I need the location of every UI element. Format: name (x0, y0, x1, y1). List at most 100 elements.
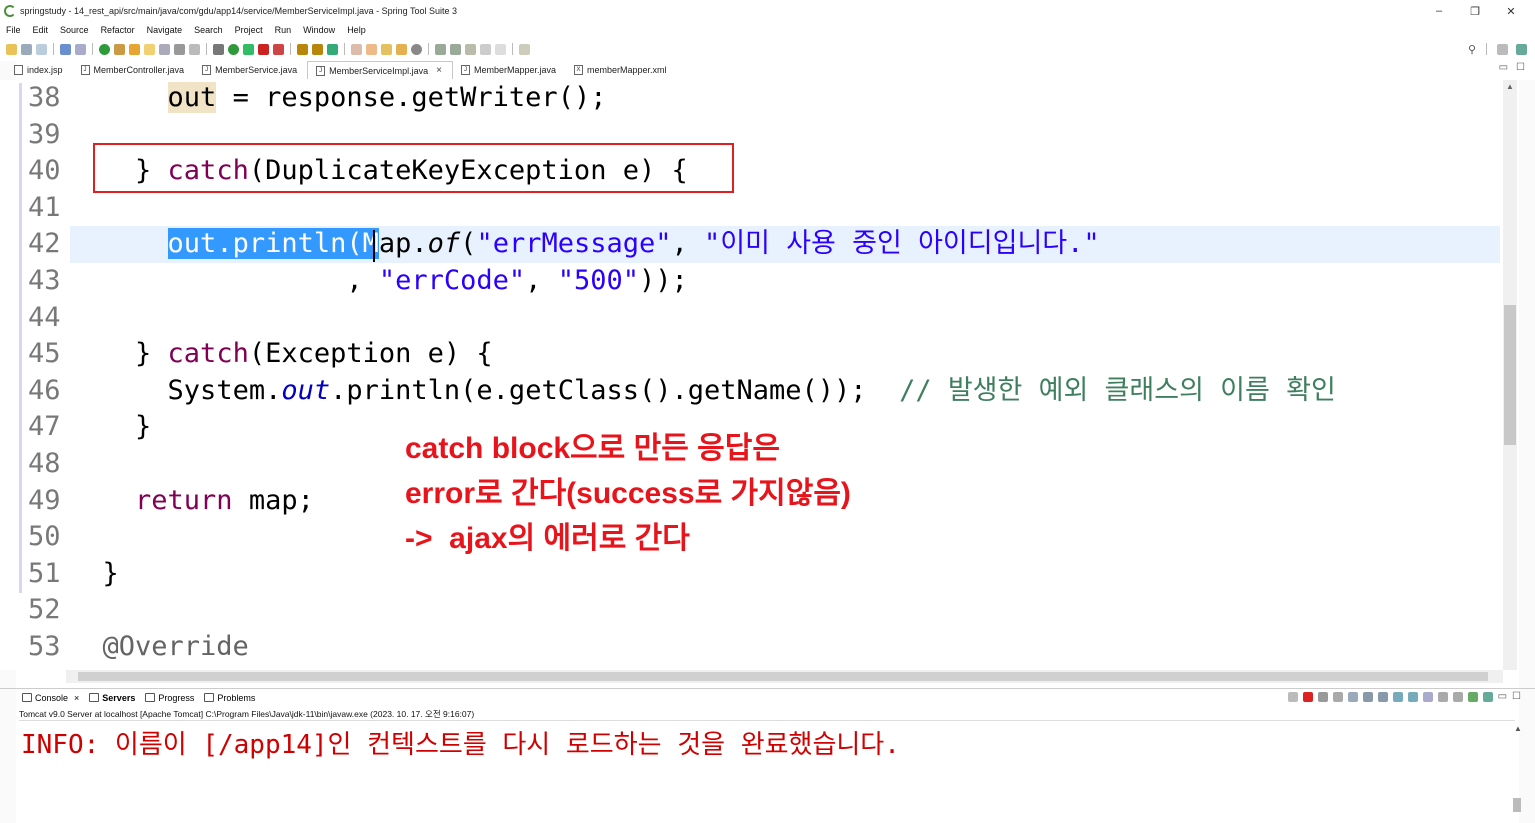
terminate-icon[interactable] (1302, 691, 1313, 702)
menu-search[interactable]: Search (194, 25, 223, 35)
new-package-icon[interactable] (312, 43, 323, 55)
tab-index-jsp[interactable]: index.jsp (6, 61, 73, 79)
search-toolbar-icon[interactable] (366, 43, 377, 55)
tab-label: MemberController.java (93, 65, 185, 75)
editor-horizontal-scrollbar[interactable] (66, 670, 1503, 683)
globe-icon[interactable] (411, 43, 422, 55)
tab-member-mapper-xml[interactable]: X memberMapper.xml (566, 61, 677, 79)
maximize-view-icon[interactable]: ☐ (1512, 691, 1521, 702)
save-icon[interactable] (21, 43, 32, 55)
restore-button[interactable]: ❐ (1461, 2, 1489, 20)
open-folder-icon[interactable] (396, 43, 407, 55)
code-token: map; (232, 484, 314, 516)
last-edit-icon[interactable] (465, 43, 476, 55)
boot-dashboard-icon[interactable] (129, 43, 140, 55)
line-number: 49 (28, 484, 61, 516)
keyword-token: catch (167, 338, 249, 370)
spring-tool-suite-icon (4, 5, 16, 17)
show-on-stdout-icon[interactable] (1392, 691, 1403, 702)
tab-progress[interactable]: Progress (145, 693, 194, 703)
menu-help[interactable]: Help (347, 25, 366, 35)
show-on-stderr-icon[interactable] (1407, 691, 1418, 702)
scroll-thumb[interactable] (78, 672, 1488, 681)
open-perspective-icon[interactable] (1497, 43, 1508, 55)
remove-all-icon[interactable] (1332, 691, 1343, 702)
line-number: 44 (28, 301, 61, 333)
tab-problems[interactable]: Problems (204, 693, 255, 703)
external-tools-icon[interactable] (273, 43, 284, 55)
edit-icon[interactable] (381, 43, 392, 55)
close-tab-icon[interactable]: × (74, 693, 79, 703)
show-whitespace-icon[interactable] (189, 43, 200, 55)
menu-project[interactable]: Project (235, 25, 263, 35)
line-number: 39 (28, 118, 61, 150)
start-server-icon[interactable] (99, 43, 110, 55)
run-icon[interactable] (228, 43, 239, 55)
pin-editor-icon[interactable] (519, 43, 530, 55)
menu-window[interactable]: Window (303, 25, 335, 35)
line-number: 38 (28, 82, 61, 113)
clear-console-icon[interactable] (1347, 691, 1358, 702)
tab-member-controller[interactable]: J MemberController.java (73, 61, 195, 79)
search-icon[interactable]: ⚲ (1468, 43, 1476, 56)
settings-icon[interactable] (1482, 691, 1493, 702)
minimize-view-icon[interactable]: ▭ (1499, 62, 1508, 73)
scroll-thumb[interactable] (1513, 798, 1521, 812)
block-selection-icon[interactable] (174, 43, 185, 55)
skip-breakpoints-icon[interactable] (75, 43, 86, 55)
coverage-icon[interactable] (243, 43, 254, 55)
close-button[interactable]: ✕ (1497, 2, 1525, 20)
mark-occurrences-icon[interactable] (144, 43, 155, 55)
next-annotation-icon[interactable] (435, 43, 446, 55)
close-tab-icon[interactable]: × (436, 65, 442, 76)
open-console-icon[interactable] (1452, 691, 1463, 702)
tab-label: MemberServiceImpl.java (329, 65, 429, 76)
maximize-view-icon[interactable]: ☐ (1516, 62, 1525, 73)
menu-navigate[interactable]: Navigate (147, 25, 183, 35)
menu-run[interactable]: Run (275, 25, 292, 35)
menu-refactor[interactable]: Refactor (101, 25, 135, 35)
tab-servers[interactable]: Servers (89, 693, 135, 703)
new-java-project-icon[interactable] (297, 43, 308, 55)
pin-console-icon[interactable] (1287, 691, 1298, 702)
editor-vertical-scrollbar[interactable]: ▲ (1503, 80, 1517, 670)
annotation-line: -> ajax의 에러로 간다 (405, 522, 690, 555)
occurrence-highlight: out (167, 82, 217, 113)
main-toolbar (0, 39, 1535, 59)
back-icon[interactable] (480, 43, 491, 55)
forward-icon[interactable] (495, 43, 506, 55)
scroll-lock-icon[interactable] (1362, 691, 1373, 702)
previous-annotation-icon[interactable] (450, 43, 461, 55)
scroll-up-icon[interactable]: ▲ (1506, 82, 1514, 91)
word-wrap-icon[interactable] (159, 43, 170, 55)
java-ee-perspective-icon[interactable] (1516, 43, 1527, 55)
open-type-icon[interactable] (60, 43, 71, 55)
line-number: 47 (28, 411, 61, 443)
tab-member-service-impl[interactable]: J MemberServiceImpl.java × (307, 61, 453, 79)
console-vertical-scrollbar[interactable]: ▲ (1513, 720, 1522, 823)
spring-console-icon[interactable] (1467, 691, 1478, 702)
open-task-icon[interactable] (351, 43, 362, 55)
new-class-icon[interactable] (327, 43, 338, 55)
pin-icon[interactable] (1422, 691, 1433, 702)
scroll-thumb[interactable] (1504, 305, 1516, 445)
tab-console[interactable]: Console × (22, 693, 79, 703)
minimize-button[interactable]: – (1425, 2, 1453, 20)
display-console-icon[interactable] (1437, 691, 1448, 702)
word-wrap-console-icon[interactable] (1377, 691, 1388, 702)
code-token: ( (460, 228, 477, 260)
stop-icon[interactable] (258, 43, 269, 55)
debug-icon[interactable] (213, 43, 224, 55)
minimize-view-icon[interactable]: ▭ (1498, 691, 1507, 702)
menu-source[interactable]: Source (60, 25, 89, 35)
spring-icon[interactable] (114, 43, 125, 55)
new-icon[interactable] (6, 43, 17, 55)
code-token: )); (638, 264, 688, 296)
remove-launch-icon[interactable] (1317, 691, 1328, 702)
tab-member-mapper[interactable]: J MemberMapper.java (453, 61, 566, 79)
menu-edit[interactable]: Edit (33, 25, 49, 35)
scroll-up-icon[interactable]: ▲ (1514, 724, 1522, 733)
save-all-icon[interactable] (36, 43, 47, 55)
tab-member-service[interactable]: J MemberService.java (194, 61, 307, 79)
menu-file[interactable]: File (6, 25, 21, 35)
